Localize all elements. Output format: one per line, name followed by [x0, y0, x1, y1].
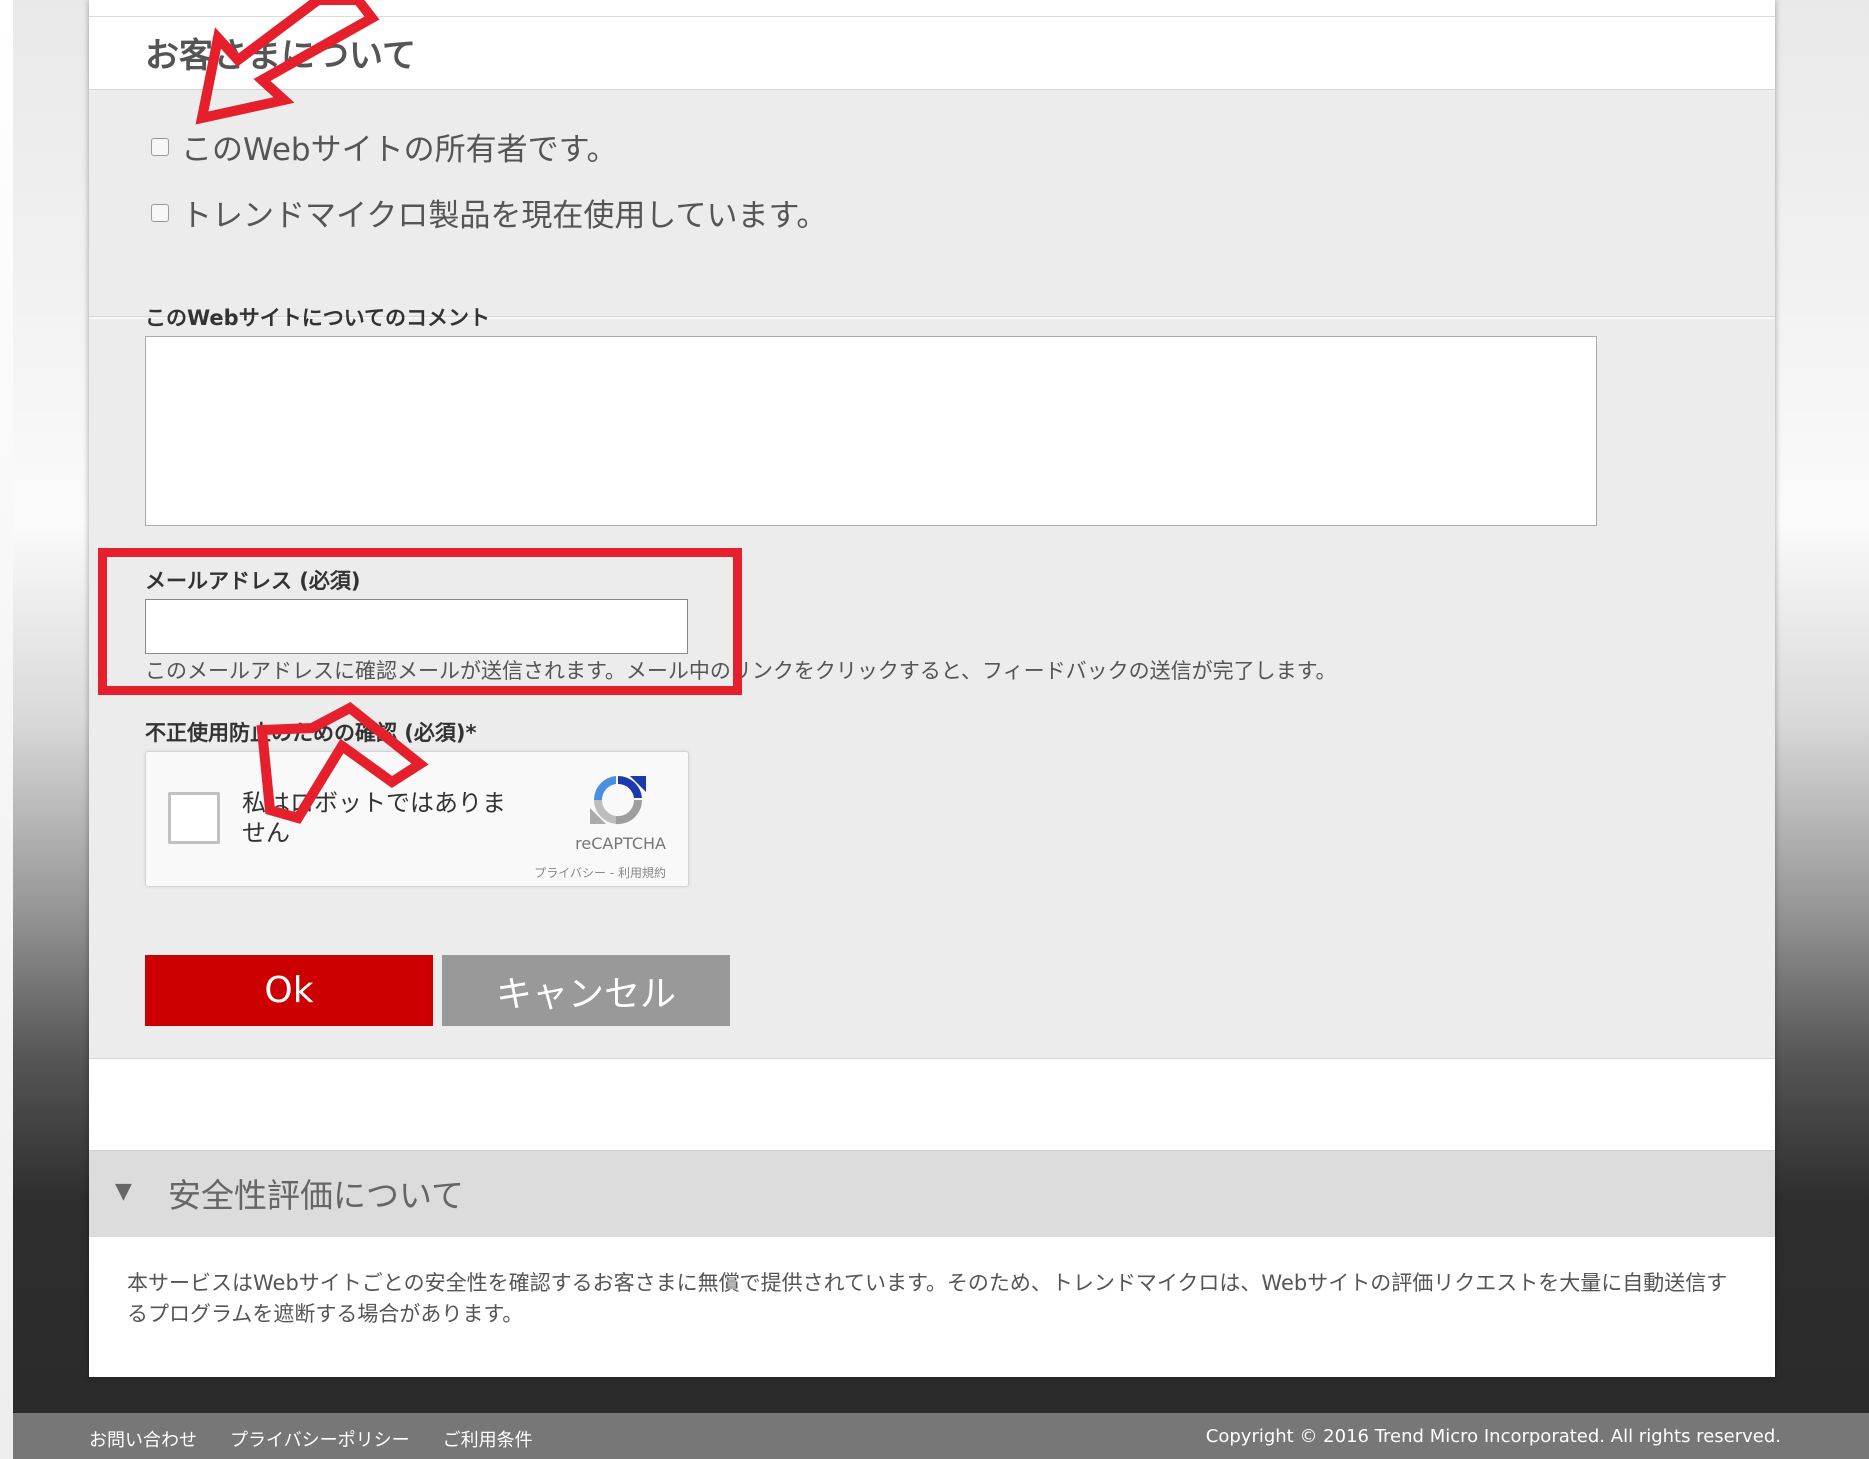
recaptcha-checkbox[interactable] [168, 792, 220, 844]
safety-accordion-header[interactable]: ▼ 安全性評価について [89, 1150, 1775, 1237]
left-edge [0, 0, 13, 1459]
footer-link-contact[interactable]: お問い合わせ [89, 1426, 197, 1452]
safety-accordion-title: 安全性評価について [168, 1176, 465, 1215]
safety-notice-text: 本サービスはWebサイトごとの安全性を確認するお客さまに無償で提供されています。… [127, 1271, 1728, 1326]
product-checkbox[interactable] [151, 203, 169, 222]
annotation-arrow-bottom-icon [256, 702, 429, 824]
footer-link-terms[interactable]: ご利用条件 [443, 1426, 533, 1452]
owner-checkbox-label: このWebサイトの所有者です。 [181, 132, 618, 168]
owner-checkbox[interactable] [151, 137, 169, 156]
recaptcha-terms-link[interactable]: プライバシー - 利用規約 [534, 864, 666, 881]
comment-textarea[interactable] [145, 336, 1597, 526]
email-highlight-box [98, 548, 742, 695]
cancel-button[interactable]: キャンセル [442, 955, 730, 1026]
footer-link-privacy[interactable]: プライバシーポリシー [230, 1426, 410, 1452]
product-checkbox-label: トレンドマイクロ製品を現在使用しています。 [181, 198, 828, 234]
product-checkbox-row[interactable]: トレンドマイクロ製品を現在使用しています。 [151, 190, 827, 235]
comment-label: このWebサイトについてのコメント [145, 306, 491, 330]
recaptcha-brand: reCAPTCHA [575, 834, 666, 853]
recaptcha-logo-icon [590, 775, 646, 825]
annotation-arrow-top-icon [195, 0, 380, 125]
owner-checkbox-row[interactable]: このWebサイトの所有者です。 [151, 124, 617, 169]
footer-bar: お問い合わせ プライバシーポリシー ご利用条件 Copyright © 2016… [13, 1413, 1869, 1459]
copyright-text: Copyright © 2016 Trend Micro Incorporate… [1205, 1426, 1781, 1447]
ok-button[interactable]: Ok [145, 955, 433, 1026]
footer-links: お問い合わせ プライバシーポリシー ご利用条件 [89, 1426, 533, 1452]
triangle-down-icon: ▼ [115, 1179, 132, 1204]
